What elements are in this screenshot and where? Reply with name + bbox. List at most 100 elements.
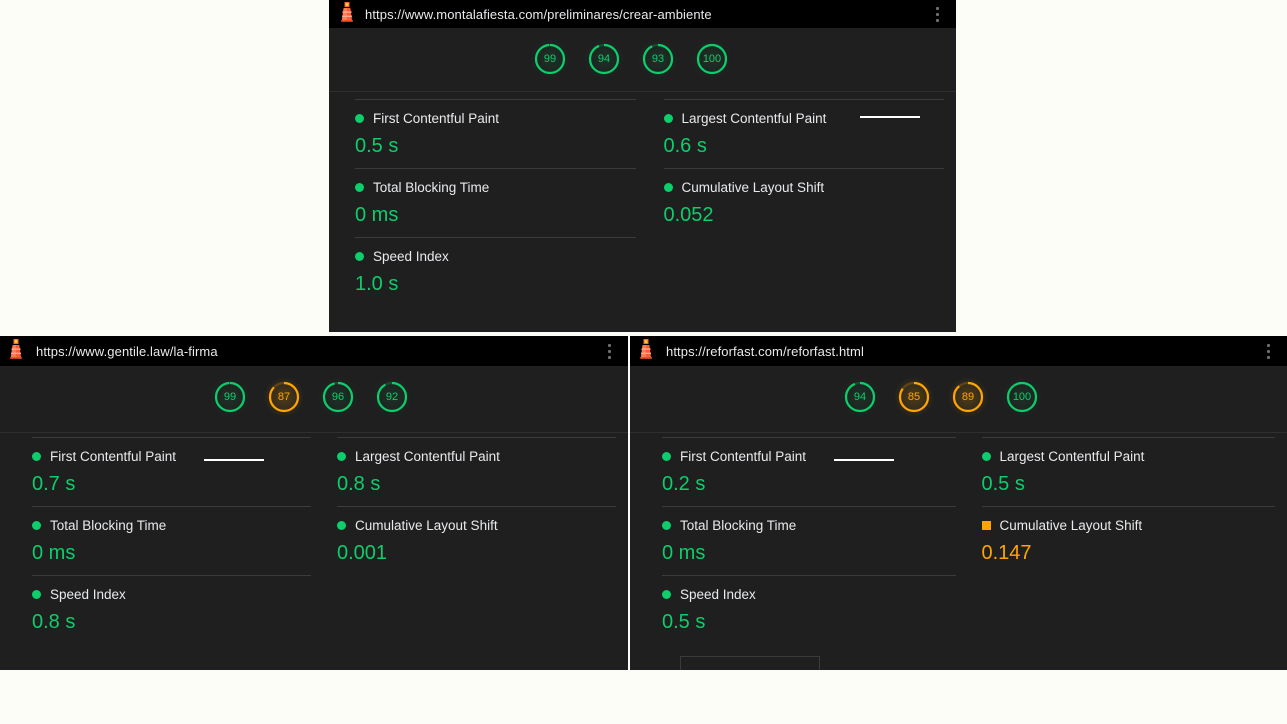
gauge-score: 99 [543, 53, 557, 65]
metric-item[interactable]: Speed Index 0.8 s [32, 575, 311, 644]
metric-item[interactable]: First Contentful Paint 0.2 s [662, 437, 956, 506]
metric-value: 0.147 [981, 542, 1032, 564]
gauge-score: 93 [651, 53, 665, 65]
panel-header: https://reforfast.com/reforfast.html [630, 336, 1287, 366]
metric-value: 0.052 [663, 204, 714, 226]
active-tab-indicator [834, 459, 894, 461]
metric-status-dot-icon [32, 521, 41, 530]
metric-status-dot-icon [662, 452, 671, 461]
gauge-score: 94 [853, 391, 867, 403]
metric-item[interactable]: Largest Contentful Paint 0.8 s [337, 437, 616, 506]
metric-item[interactable]: Speed Index 1.0 s [355, 237, 636, 306]
score-gauge[interactable]: 100 [692, 39, 732, 79]
metric-label: First Contentful Paint [680, 449, 807, 464]
gauge-score: 85 [907, 391, 921, 403]
metric-label: Total Blocking Time [50, 518, 167, 533]
metric-value: 1.0 s [355, 273, 399, 295]
metric-label: Largest Contentful Paint [681, 111, 827, 126]
kebab-menu-icon[interactable] [1259, 343, 1277, 359]
metric-item[interactable]: Total Blocking Time 0 ms [355, 168, 636, 237]
score-gauge[interactable]: 85 [894, 377, 934, 417]
metric-item[interactable]: Cumulative Layout Shift 0.052 [663, 168, 944, 237]
score-gauges-strip: 99 87 96 92 [0, 366, 628, 461]
report-url[interactable]: https://www.gentile.law/la-firma [36, 344, 600, 359]
kebab-menu-icon[interactable] [928, 6, 946, 22]
lighthouse-report-panel-left: https://www.gentile.law/la-firma 99 87 96 9… [0, 336, 628, 670]
screenshot-stage: https://www.montalafiesta.com/preliminar… [0, 0, 1287, 724]
report-url[interactable]: https://www.montalafiesta.com/preliminar… [365, 7, 928, 22]
metric-status-dot-icon [355, 114, 364, 123]
metric-label: First Contentful Paint [50, 449, 177, 464]
lighthouse-icon [636, 338, 656, 365]
score-gauges-strip: 94 85 89 100 [630, 366, 1287, 461]
metric-status-dot-icon [32, 452, 41, 461]
metric-label: Largest Contentful Paint [999, 449, 1145, 464]
score-gauge[interactable]: 99 [210, 377, 250, 417]
metric-item[interactable]: Cumulative Layout Shift 0.001 [337, 506, 616, 575]
strip-divider [630, 432, 1287, 433]
metric-value: 0.001 [337, 542, 388, 564]
metric-label: Speed Index [373, 249, 449, 264]
metric-label: Cumulative Layout Shift [355, 518, 498, 533]
score-gauge[interactable]: 100 [1002, 377, 1042, 417]
panel-header: https://www.gentile.law/la-firma [0, 336, 628, 366]
gauge-score: 89 [961, 391, 975, 403]
metric-item[interactable]: Total Blocking Time 0 ms [662, 506, 956, 575]
metric-status-dot-icon [337, 521, 346, 530]
metric-item[interactable]: Speed Index 0.5 s [662, 575, 956, 644]
metric-value: 0 ms [355, 204, 399, 226]
partial-audit-card [680, 656, 820, 670]
metric-value: 0.6 s [663, 135, 707, 157]
score-gauges: 94 85 89 100 [630, 366, 1287, 428]
metric-item[interactable]: First Contentful Paint 0.7 s [32, 437, 311, 506]
score-gauges-strip: 99 94 93 100 [329, 28, 956, 118]
active-tab-indicator [860, 116, 920, 118]
metric-status-dot-icon [337, 452, 346, 461]
metric-item[interactable]: Cumulative Layout Shift 0.147 [981, 506, 1275, 575]
metric-label: Total Blocking Time [680, 518, 797, 533]
metric-item[interactable]: First Contentful Paint 0.5 s [355, 99, 636, 168]
metric-label: Speed Index [680, 587, 756, 602]
metrics-grid: First Contentful Paint 0.2 s Largest Conte… [662, 437, 1275, 644]
metric-value: 0.2 s [662, 473, 706, 495]
metric-item[interactable]: Largest Contentful Paint 0.5 s [981, 437, 1275, 506]
score-gauge[interactable]: 93 [638, 39, 678, 79]
metrics-grid: First Contentful Paint 0.7 s Largest Conte… [32, 437, 616, 644]
metric-value: 0.8 s [337, 473, 381, 495]
lighthouse-report-panel-right: https://reforfast.com/reforfast.html 94 8… [630, 336, 1287, 670]
metric-label: Total Blocking Time [373, 180, 490, 195]
report-url[interactable]: https://reforfast.com/reforfast.html [666, 344, 1259, 359]
lighthouse-icon [337, 1, 357, 28]
score-gauges: 99 94 93 100 [329, 28, 956, 90]
metrics-grid: First Contentful Paint 0.5 s Largest Conte… [355, 99, 944, 306]
gauge-score: 99 [223, 391, 237, 403]
score-gauge[interactable]: 96 [318, 377, 358, 417]
score-gauge[interactable]: 87 [264, 377, 304, 417]
active-tab-indicator [204, 459, 264, 461]
metric-status-dot-icon [663, 183, 673, 192]
score-gauge[interactable]: 99 [530, 39, 570, 79]
lighthouse-report-panel-top: https://www.montalafiesta.com/preliminar… [329, 0, 956, 332]
metric-value: 0.8 s [32, 611, 76, 633]
gauge-score: 92 [385, 391, 399, 403]
metric-status-dot-icon [355, 252, 364, 261]
score-gauge[interactable]: 94 [584, 39, 624, 79]
metric-item[interactable]: Total Blocking Time 0 ms [32, 506, 311, 575]
score-gauges: 99 87 96 92 [0, 366, 628, 428]
metric-item[interactable]: Largest Contentful Paint 0.6 s [663, 99, 944, 168]
gauge-score: 94 [597, 53, 611, 65]
strip-divider [0, 432, 628, 433]
score-gauge[interactable]: 92 [372, 377, 412, 417]
metric-value: 0.5 s [662, 611, 706, 633]
metric-status-dot-icon [662, 521, 671, 530]
gauge-score: 100 [1012, 391, 1032, 403]
score-gauge[interactable]: 89 [948, 377, 988, 417]
kebab-menu-icon[interactable] [600, 343, 618, 359]
gauge-score: 87 [277, 391, 291, 403]
score-gauge[interactable]: 94 [840, 377, 880, 417]
metric-status-dot-icon [663, 114, 673, 123]
metric-value: 0 ms [662, 542, 706, 564]
strip-divider [329, 91, 956, 92]
metric-value: 0.7 s [32, 473, 76, 495]
metric-label: Cumulative Layout Shift [681, 180, 825, 195]
